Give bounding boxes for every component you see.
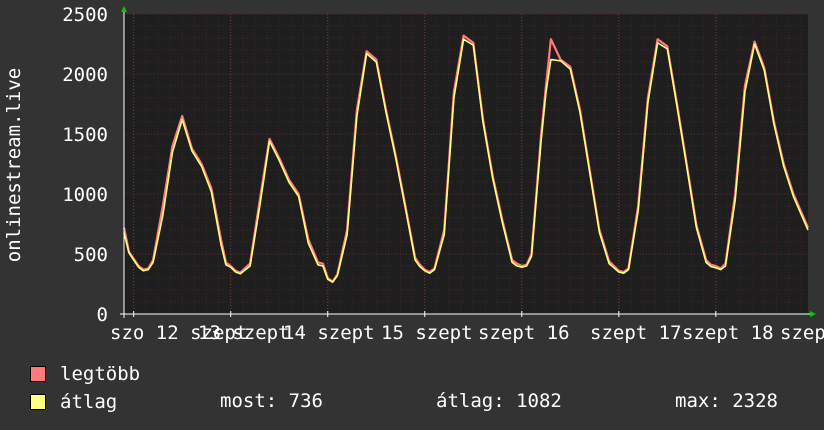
y-axis-label: onlinestream.live: [3, 68, 25, 262]
x-axis-arrow: [810, 311, 816, 317]
x-tick-label: szept: [780, 322, 824, 344]
y-tick-label: 2500: [62, 4, 108, 26]
stat-current: most: 736: [220, 390, 323, 412]
x-tick-label: 13 szept: [198, 322, 290, 344]
line-chart: 05001000150020002500szo 12 szept13 szept…: [3, 4, 824, 344]
legend-swatch-avg: [30, 394, 46, 410]
legend-swatch-max: [30, 366, 46, 382]
stat-max: max: 2328: [675, 390, 778, 412]
x-tick-label: szept 17: [590, 322, 682, 344]
y-tick-label: 0: [97, 304, 108, 326]
x-tick-label: szept 18: [682, 322, 774, 344]
x-tick-label: szept 16: [478, 322, 570, 344]
x-tick-label: 14 szept: [283, 322, 375, 344]
plot-area: [124, 14, 808, 314]
legend-item-avg: átlag: [30, 391, 117, 413]
legend-item-max: legtöbb: [30, 363, 140, 385]
legend-label-max: legtöbb: [60, 363, 141, 385]
stat-average: átlag: 1082: [436, 390, 562, 412]
x-tick-label: 15 szept: [381, 322, 473, 344]
y-tick-label: 2000: [62, 64, 108, 86]
y-tick-label: 500: [74, 244, 108, 266]
legend-label-avg: átlag: [60, 391, 118, 413]
y-tick-label: 1000: [62, 184, 108, 206]
y-tick-label: 1500: [62, 124, 108, 146]
y-axis-arrow: [121, 6, 127, 12]
